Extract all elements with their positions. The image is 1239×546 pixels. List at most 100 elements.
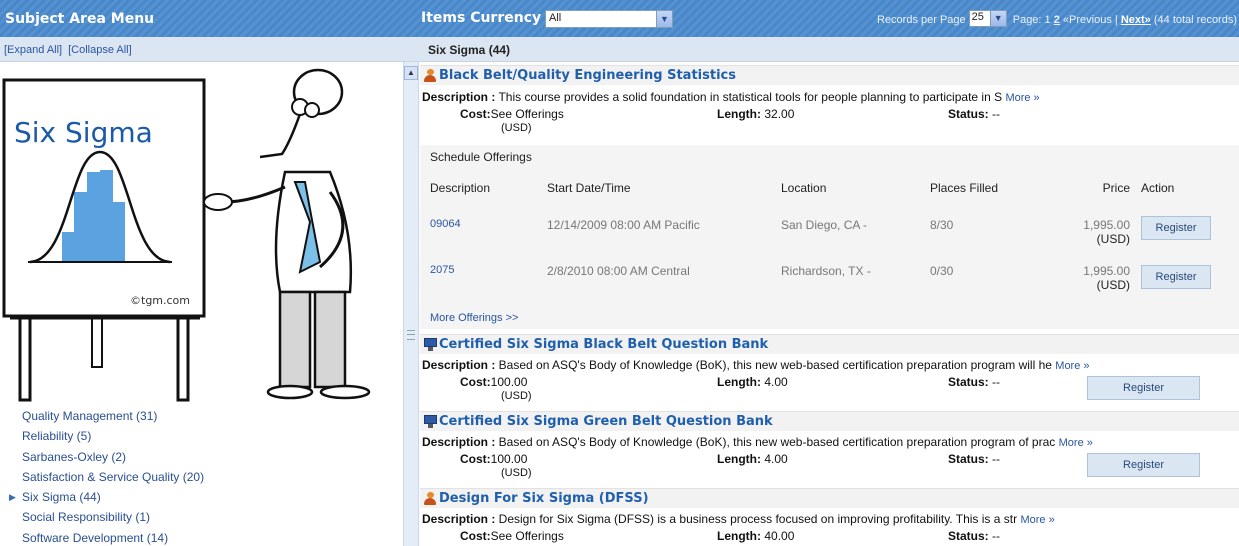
chevron-down-icon[interactable]: ▼ (656, 11, 672, 27)
col-start: Start Date/Time (547, 181, 631, 195)
offering-location: Richardson, TX - (781, 264, 871, 278)
pagination: Records per Page 25 ▼ Page: 1 2 «Previous … (877, 10, 1238, 27)
status-value: -- (992, 529, 1001, 543)
status-label: Status: (948, 452, 989, 466)
register-button[interactable]: Register (1141, 265, 1211, 289)
more-link[interactable]: More » (1055, 360, 1089, 372)
col-price: Price (1102, 181, 1130, 195)
course-header: Black Belt/Quality Engineering Statistic… (420, 65, 1239, 85)
course-title-link[interactable]: Black Belt/Quality Engineering Statistic… (439, 68, 736, 83)
cost-currency: (USD) (501, 122, 532, 134)
cost-value: 100.00 (490, 452, 528, 466)
status-value: -- (992, 452, 1001, 466)
description-text: Based on ASQ's Body of Knowledge (BoK), … (495, 435, 1056, 449)
cost-label: Cost: (460, 375, 491, 389)
more-link[interactable]: More » (1020, 514, 1054, 526)
page-2-link[interactable]: 2 (1054, 14, 1060, 26)
course-description: Description : Based on ASQ's Body of Kno… (422, 358, 1090, 372)
next-link[interactable]: Next» (1121, 14, 1151, 26)
expand-all-link[interactable]: [Expand All] (4, 44, 62, 56)
person-icon (424, 492, 436, 505)
course-description: Description : Based on ASQ's Body of Kno… (422, 435, 1093, 449)
currency-select[interactable]: All ▼ (545, 10, 673, 28)
more-link[interactable]: More » (1059, 437, 1093, 449)
cost-value: See Offerings (490, 107, 564, 121)
col-location: Location (781, 181, 827, 195)
monitor-icon (424, 415, 437, 428)
records-per-page-label: Records per Page (877, 13, 966, 26)
previous-link: «Previous (1062, 13, 1112, 26)
cost-currency: (USD) (501, 390, 532, 402)
status-value: -- (992, 107, 1001, 121)
register-button[interactable]: Register (1087, 376, 1200, 400)
subject-list: Quality Management (31) Reliability (5) … (9, 406, 204, 546)
course-header: Certified Six Sigma Green Belt Question … (420, 411, 1239, 431)
offering-start: 12/14/2009 08:00 AM Pacific (547, 218, 700, 232)
description-label: Description : (422, 90, 496, 104)
offering-places: 8/30 (930, 218, 954, 232)
subject-area-menu-title: Subject Area Menu (5, 11, 155, 27)
length-value: 4.00 (764, 375, 788, 389)
top-bar: Subject Area Menu Items Currency ID: All… (0, 0, 1239, 37)
cost-value: See Offerings (490, 529, 564, 543)
description-label: Description : (422, 358, 496, 372)
subject-item-reliability[interactable]: Reliability (5) (22, 426, 204, 446)
col-places: Places Filled (930, 181, 999, 195)
status-label: Status: (948, 375, 989, 389)
page-label: Page: (1012, 13, 1042, 26)
subject-sidebar: Six Sigma ©tgm.com Quality Management (3… (0, 62, 398, 546)
sub-bar: [Expand All] [Collapse All] Six Sigma (44… (0, 37, 1239, 62)
panel-splitter[interactable]: ▲ (403, 62, 419, 546)
course-title-link[interactable]: Certified Six Sigma Black Belt Question … (439, 337, 768, 352)
course-header: Certified Six Sigma Black Belt Question … (420, 334, 1239, 354)
description-label: Description : (422, 512, 496, 526)
more-offerings-link[interactable]: More Offerings >> (430, 312, 518, 324)
subject-item-social-responsibility[interactable]: Social Responsibility (1) (22, 507, 204, 527)
monitor-icon (424, 338, 437, 351)
col-description: Description (430, 181, 491, 195)
length-label: Length: (717, 375, 761, 389)
subject-item-satisfaction-service-quality[interactable]: Satisfaction & Service Quality (20) (22, 467, 204, 487)
total-records: (44 total records) (1153, 13, 1238, 26)
register-button[interactable]: Register (1087, 453, 1200, 477)
col-action: Action (1141, 181, 1175, 195)
cost-value: 100.00 (490, 375, 528, 389)
subject-item-six-sigma[interactable]: Six Sigma (44) (9, 487, 204, 507)
page-current: 1 (1044, 13, 1051, 26)
course-title-link[interactable]: Certified Six Sigma Green Belt Question … (439, 414, 773, 429)
length-label: Length: (717, 107, 761, 121)
description-text: This course provides a solid foundation … (495, 90, 1003, 104)
length-value: 4.00 (764, 452, 788, 466)
cost-label: Cost: (460, 107, 491, 121)
records-per-page-select[interactable]: 25 ▼ (968, 10, 1007, 27)
collapse-all-link[interactable]: [Collapse All] (68, 44, 132, 56)
offering-location: San Diego, CA - (781, 218, 868, 232)
subject-item-software-development[interactable]: Software Development (14) (22, 528, 204, 546)
offering-code-link[interactable]: 09064 (430, 218, 461, 230)
scroll-up-icon[interactable]: ▲ (404, 66, 418, 80)
schedule-offerings: Schedule Offerings Description Start Dat… (420, 145, 1239, 329)
more-link[interactable]: More » (1005, 92, 1039, 104)
length-value: 32.00 (764, 107, 795, 121)
page-separator: | (1114, 13, 1118, 26)
course-title-link[interactable]: Design For Six Sigma (DFSS) (439, 491, 649, 506)
register-button[interactable]: Register (1141, 216, 1211, 240)
course-description: Description : This course provides a sol… (422, 90, 1040, 104)
offering-price: 1,995.00 (USD) (1083, 218, 1130, 246)
currency-select-value: All (549, 12, 562, 24)
cost-label: Cost: (460, 452, 491, 466)
status-label: Status: (948, 107, 989, 121)
illustration-credit: ©tgm.com (130, 294, 190, 307)
subject-item-quality-management[interactable]: Quality Management (31) (22, 406, 204, 426)
status-label: Status: (948, 529, 989, 543)
offering-price: 1,995.00 (USD) (1083, 264, 1130, 292)
chevron-down-icon[interactable]: ▼ (989, 11, 1006, 26)
length-label: Length: (717, 529, 761, 543)
description-label: Description : (422, 435, 496, 449)
splitter-grip-icon[interactable] (407, 330, 415, 340)
offering-code-link[interactable]: 2075 (430, 264, 454, 276)
description-text: Based on ASQ's Body of Knowledge (BoK), … (495, 358, 1052, 372)
cost-currency: (USD) (501, 467, 532, 479)
schedule-title: Schedule Offerings (430, 150, 532, 164)
subject-item-sarbanes-oxley[interactable]: Sarbanes-Oxley (2) (22, 447, 204, 467)
